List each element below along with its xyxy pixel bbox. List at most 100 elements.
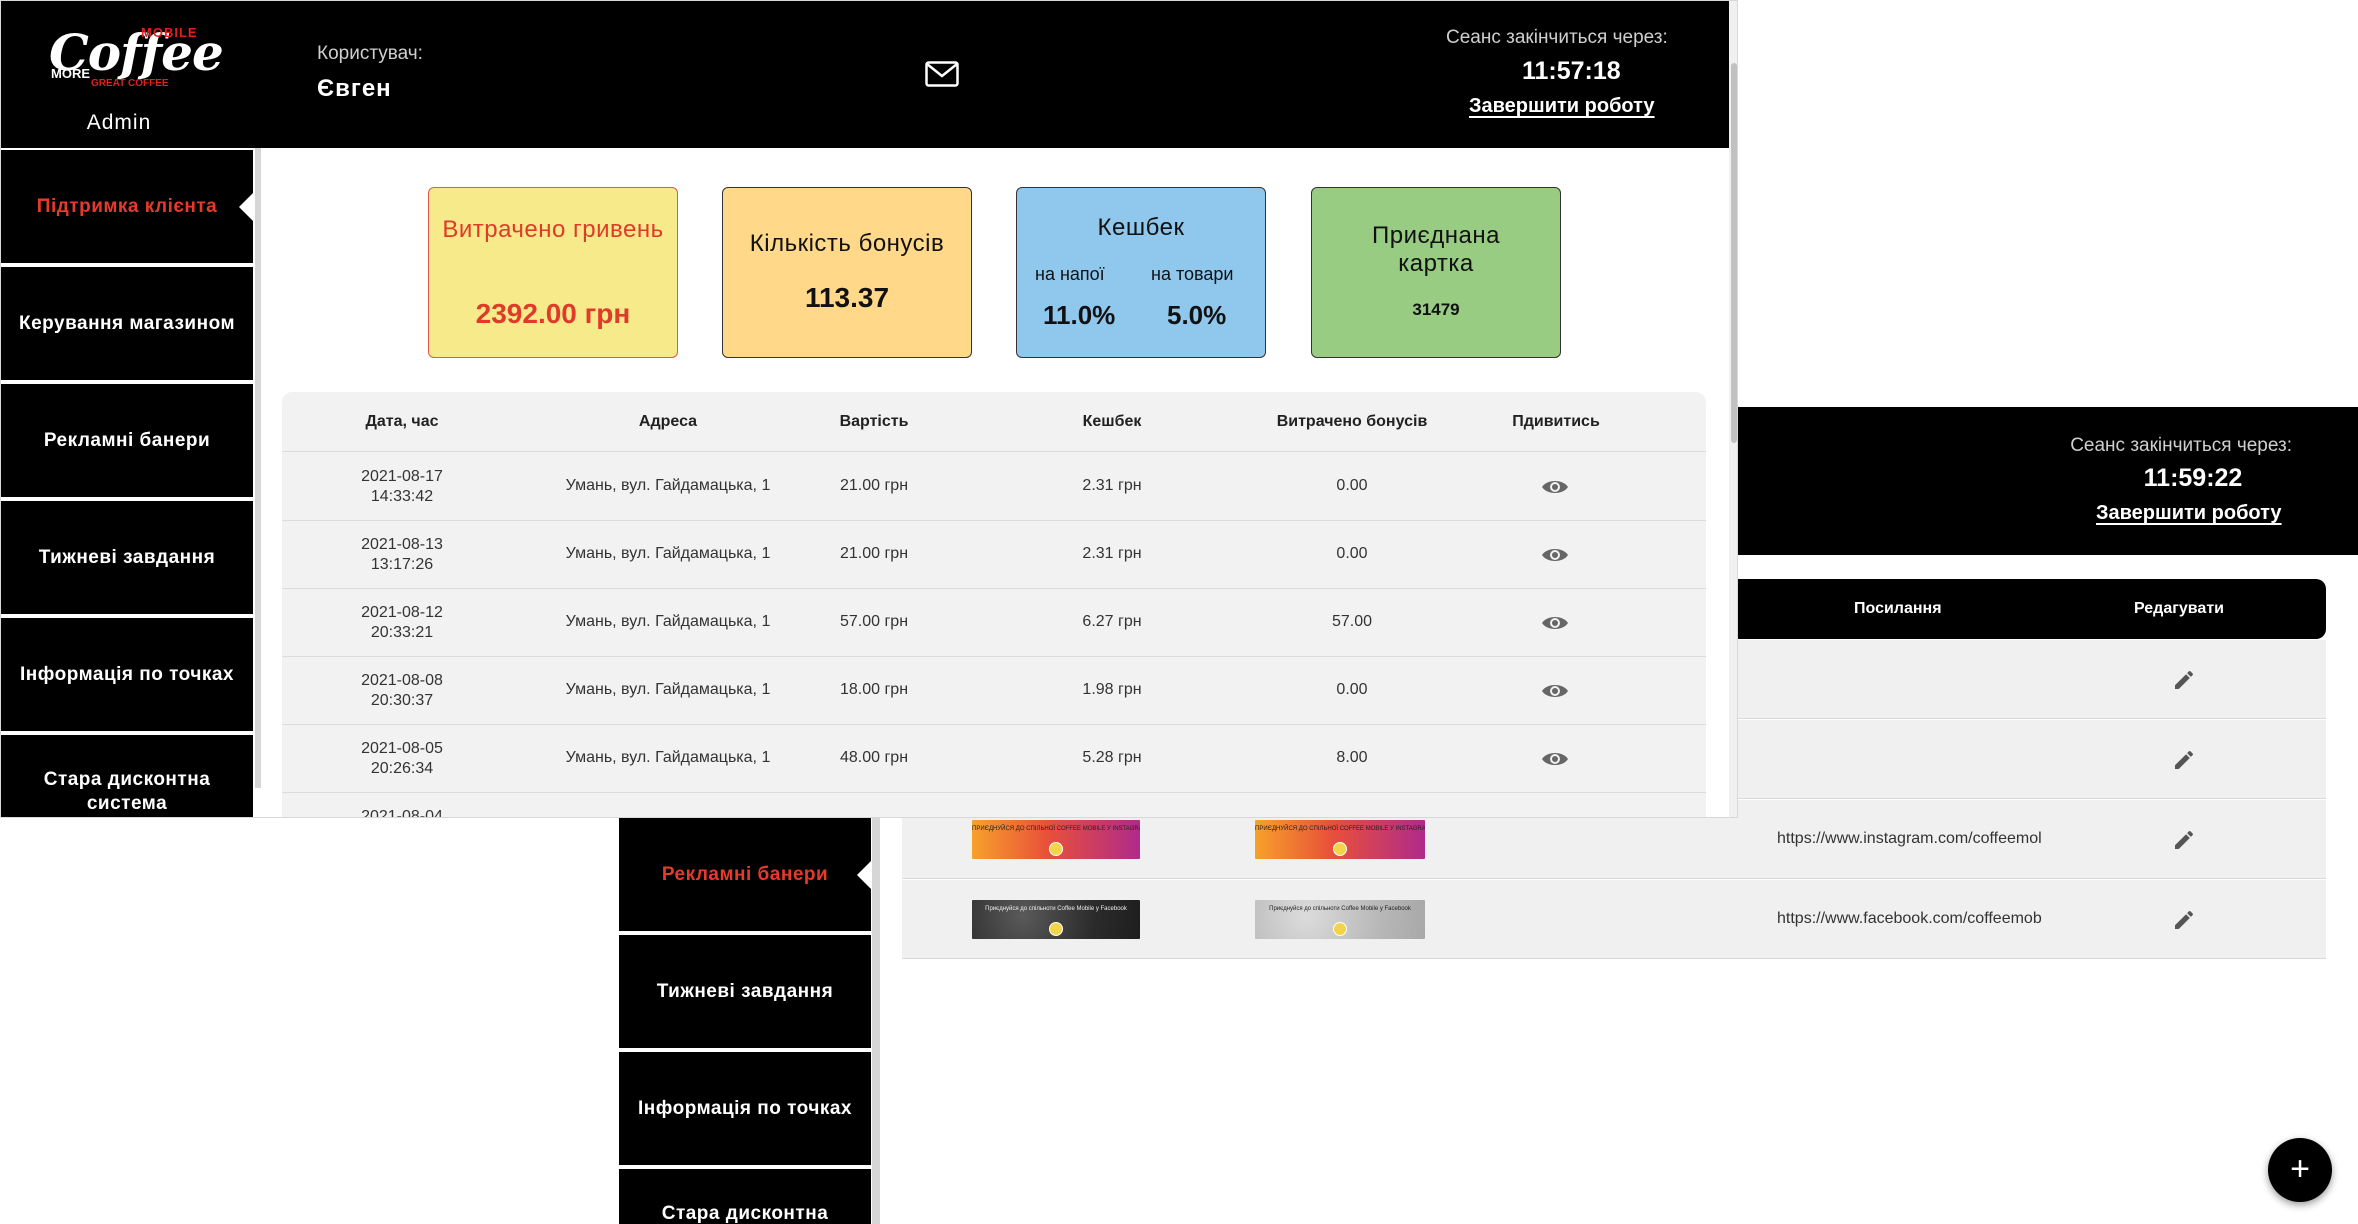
col-cost: Вартість (839, 413, 909, 430)
cashback-card: Кешбек на напої на товари 11.0% 5.0% (1016, 187, 1266, 358)
main-scrollbar-thumb[interactable] (1731, 63, 1737, 443)
sidebar-item-points-info[interactable]: Інформація по точках (1, 618, 253, 731)
sidebar-item-ad-banners[interactable]: Рекламні банери (1, 384, 253, 497)
add-banner-button[interactable]: + (2268, 1138, 2332, 1202)
banners-list-window: Рекламні банери Тижневі завдання Інформа… (616, 818, 1738, 1224)
linked-card-number: 31479 (1412, 300, 1460, 319)
cell-cashback: 2.31 грн (1082, 545, 1142, 562)
cell-cashback: 6.27 грн (1082, 613, 1142, 630)
col-address: Адреса (638, 413, 698, 430)
table-row[interactable]: 2021-08-17 14:33:42 Умань, вул. Гайдамацьк… (282, 453, 1706, 521)
table-row (1738, 720, 2326, 799)
cell-date-day: 2021-08-04 (361, 808, 443, 818)
cashback-goods-label: на товари (1151, 264, 1234, 284)
cell-address: Умань, вул. Гайдамацька, 1 (565, 545, 771, 562)
table-row: https://www.instagram.com/coffeemol (1738, 800, 2326, 879)
cell-date: 2021-08-08 20:30:37 (342, 671, 462, 711)
sidebar-item-points-info[interactable]: Інформація по точках (619, 1052, 871, 1165)
cell-date: 2021-08-13 13:17:26 (342, 535, 462, 575)
sidebar-item-label: Рекламні банери (43, 429, 211, 451)
pencil-icon[interactable] (2172, 828, 2196, 852)
banner-logo-icon (1049, 842, 1063, 856)
sidebar-item-weekly-tasks[interactable]: Тижневі завдання (1, 501, 253, 614)
cell-bonus: 0.00 (1336, 681, 1368, 698)
cell-cashback: 2.31 грн (1082, 477, 1142, 494)
banner-caption: Приєднуйся до спільноти Coffee Mobile у … (1269, 906, 1411, 912)
cell-address: Умань, вул. Гайдамацька, 1 (565, 477, 771, 494)
sidebar-item-label: Тижневі завдання (38, 546, 216, 568)
cell-date-day: 2021-08-12 (361, 604, 443, 621)
table-row: ПРИЄДНУЙСЯ ДО СПІЛЬНОЇ COFFEE MOBILE У I… (902, 818, 1738, 879)
pencil-icon[interactable] (2172, 908, 2196, 932)
cashback-goods-value: 5.0% (1167, 300, 1227, 330)
banner-thumbnail[interactable]: Приєднуйся до спільноти Coffee Mobile у … (972, 900, 1140, 939)
cell-date-time: 14:33:42 (370, 488, 434, 505)
cell-cashback: 1.98 грн (1082, 681, 1142, 698)
sidebar-scrollbar[interactable] (255, 148, 261, 788)
logo-great-text: GREAT COFFEE (91, 78, 169, 89)
table-row[interactable]: 2021-08-08 20:30:37 Умань, вул. Гайдамацьк… (282, 657, 1706, 725)
banner-thumbnail[interactable]: ПРИЄДНУЙСЯ ДО СПІЛЬНОЇ COFFEE MOBILE У I… (972, 820, 1140, 859)
session-timer: 11:57:18 (1522, 57, 1621, 85)
cell-date-time: 20:33:21 (370, 624, 434, 641)
banner-thumbnail[interactable]: ПРИЄДНУЙСЯ ДО СПІЛЬНОЇ COFFEE MOBILE У I… (1255, 820, 1425, 859)
eye-icon[interactable] (1541, 478, 1569, 496)
sidebar-item-label: Стара дисконтна система (43, 768, 211, 814)
cell-bonus: 0.00 (1336, 477, 1368, 494)
coffee-mobile-logo[interactable]: Coffee MOBILE MORE GREAT COFFEE Admin (45, 19, 224, 139)
sidebar-item-ad-banners[interactable]: Рекламні банери (619, 818, 871, 931)
sidebar-scrollbar[interactable] (872, 818, 880, 1224)
banners-table-header: Посилання Редагувати (1738, 579, 2326, 639)
table-row: Приєднуйся до спільноти Coffee Mobile у … (902, 880, 1738, 959)
sidebar-item-label: Підтримка клієнта (36, 195, 218, 217)
pencil-icon[interactable] (2172, 668, 2196, 692)
spent-card-title: Витрачено гривень (442, 216, 664, 243)
table-row[interactable]: 2021-08-13 13:17:26 Умань, вул. Гайдамацьк… (282, 521, 1706, 589)
banner-logo-icon (1049, 922, 1063, 936)
eye-icon[interactable] (1541, 614, 1569, 632)
user-label: Користувач: (317, 43, 423, 64)
eye-icon[interactable] (1541, 682, 1569, 700)
table-row[interactable]: 2021-08-04 (282, 793, 1706, 818)
logo-more-text: MORE (51, 66, 90, 81)
banner-thumbnail[interactable]: Приєднуйся до спільноти Coffee Mobile у … (1255, 900, 1425, 939)
logout-link[interactable]: Завершити роботу (1469, 95, 1655, 118)
cell-date: 2021-08-12 20:33:21 (342, 603, 462, 643)
cell-cost: 57.00 грн (839, 613, 909, 630)
table-row[interactable]: 2021-08-12 20:33:21 Умань, вул. Гайдамацьк… (282, 589, 1706, 657)
cell-cost: 18.00 грн (839, 681, 909, 698)
spent-card: Витрачено гривень 2392.00 грн (428, 187, 678, 358)
bonuses-card: Кількість бонусів 113.37 (722, 187, 972, 358)
table-row[interactable]: 2021-08-05 20:26:34 Умань, вул. Гайдамацьк… (282, 725, 1706, 793)
banners-header: Сеанс закінчиться через: 11:59:22 Заверш… (1738, 407, 2358, 555)
col-edit: Редагувати (2134, 600, 2224, 617)
sidebar-item-label: Інформація по точках (637, 1097, 852, 1119)
eye-icon[interactable] (1541, 546, 1569, 564)
banner-logo-icon (1333, 922, 1347, 936)
sidebar-item-label: Інформація по точках (19, 663, 234, 685)
bonuses-card-title: Кількість бонусів (749, 230, 945, 257)
pencil-icon[interactable] (2172, 748, 2196, 772)
sidebar-item-weekly-tasks[interactable]: Тижневі завдання (619, 935, 871, 1048)
eye-icon[interactable] (1541, 750, 1569, 768)
sidebar-item-old-discount[interactable]: Стара дисконтна система (1, 735, 253, 817)
banner-link[interactable]: https://www.facebook.com/coffeemob (1777, 910, 2042, 928)
cell-date-time: 20:30:37 (370, 692, 434, 709)
logo-mobile-text: MOBILE (141, 25, 198, 40)
sidebar-item-old-discount[interactable]: Стара дисконтна система (619, 1169, 871, 1224)
cell-cost: 48.00 грн (839, 749, 909, 766)
cell-bonus: 8.00 (1336, 749, 1368, 766)
cell-address: Умань, вул. Гайдамацька, 1 (565, 749, 771, 766)
cell-cost: 21.00 грн (839, 477, 909, 494)
banner-link[interactable]: https://www.instagram.com/coffeemol (1777, 830, 2042, 848)
cell-date: 2021-08-04 (342, 807, 462, 818)
mail-icon[interactable] (925, 61, 959, 87)
logout-link[interactable]: Завершити роботу (2096, 502, 2282, 525)
session-label: Сеанс закінчиться через: (2070, 435, 2292, 456)
sidebar-item-label: Стара дисконтна система (661, 1202, 829, 1224)
col-date: Дата, час (365, 413, 439, 430)
sidebar-item-customer-support[interactable]: Підтримка клієнта (1, 150, 253, 263)
banner-logo-icon (1333, 842, 1347, 856)
sidebar-item-store-management[interactable]: Керування магазином (1, 267, 253, 380)
cell-address: Умань, вул. Гайдамацька, 1 (565, 681, 771, 698)
